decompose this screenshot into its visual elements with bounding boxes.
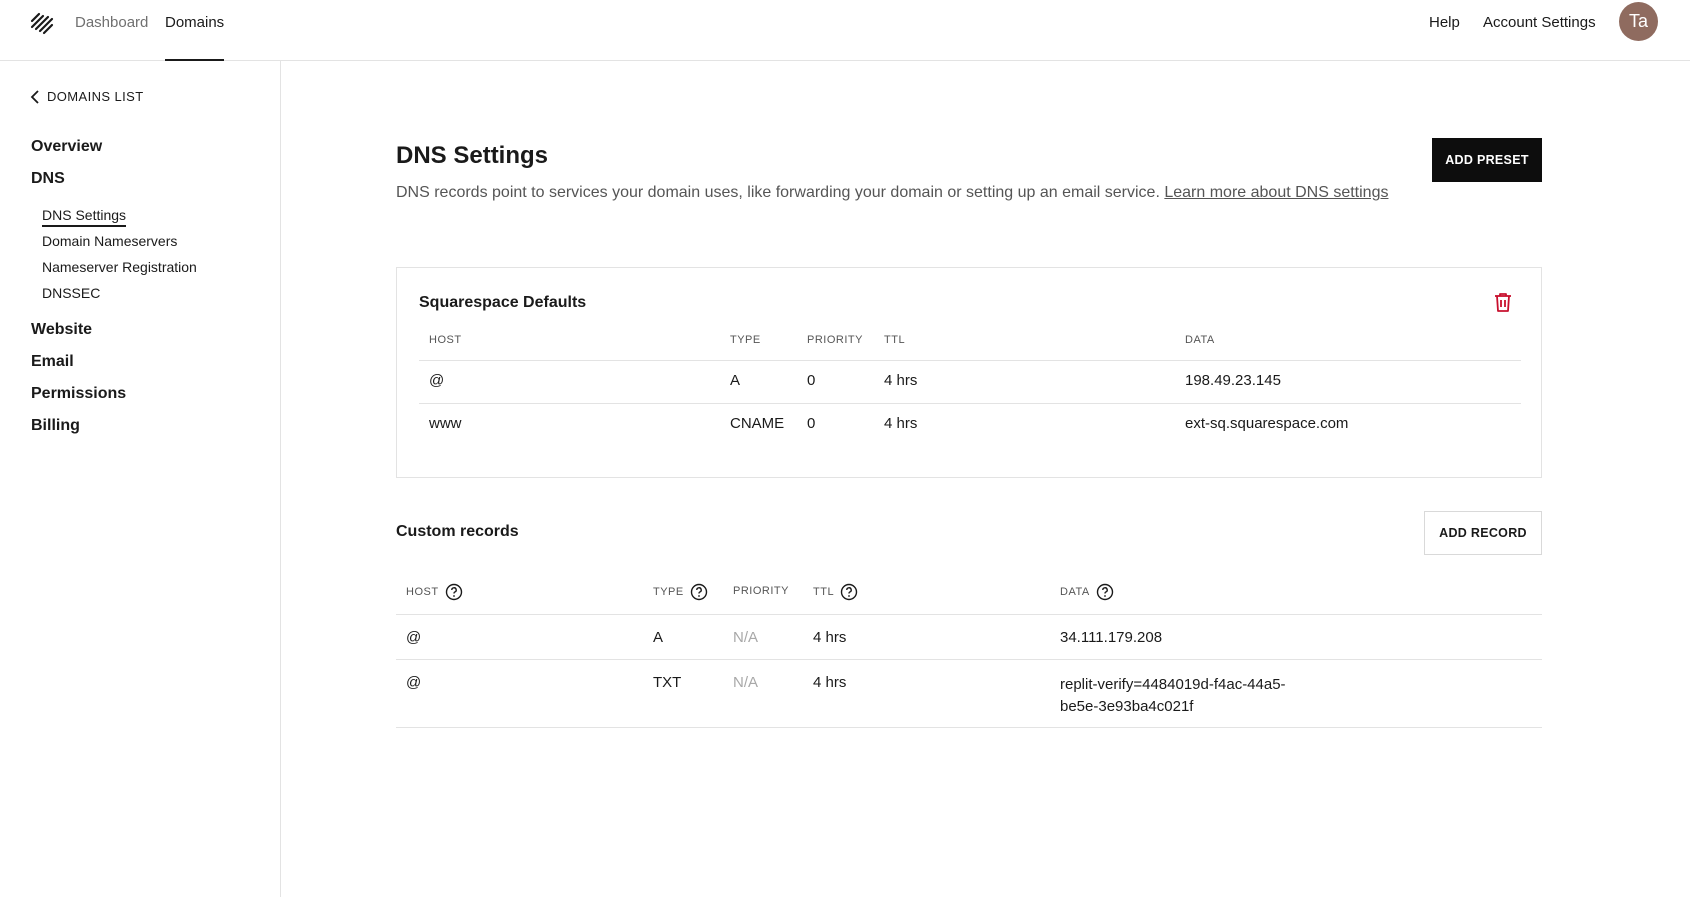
sidebar-item-permissions[interactable]: Permissions bbox=[31, 385, 126, 403]
add-preset-button[interactable]: ADD PRESET bbox=[1432, 138, 1542, 182]
avatar[interactable]: Ta bbox=[1619, 2, 1658, 41]
defaults-title: Squarespace Defaults bbox=[419, 294, 587, 311]
custom-row-2-type: TXT bbox=[653, 674, 682, 691]
page-title: DNS Settings bbox=[396, 142, 549, 169]
page-description: DNS records point to services your domai… bbox=[396, 182, 1396, 204]
sidebar-item-billing[interactable]: Billing bbox=[31, 417, 80, 435]
custom-header-host: HOST bbox=[406, 583, 463, 601]
sidebar-subitem-domain-nameservers[interactable]: Domain Nameservers bbox=[42, 233, 177, 249]
custom-header-host-label: HOST bbox=[406, 586, 439, 598]
defaults-row-1-data: 198.49.23.145 bbox=[1185, 372, 1281, 389]
divider bbox=[419, 360, 1521, 361]
help-icon[interactable] bbox=[840, 583, 858, 601]
sidebar: DOMAINS LIST Overview DNS DNS Settings D… bbox=[0, 61, 281, 897]
custom-records-title: Custom records bbox=[396, 523, 519, 540]
custom-header-ttl: TTL bbox=[813, 583, 858, 601]
custom-row-2-data-line-1: replit-verify=4484019d-f4ac-44a5- bbox=[1060, 676, 1286, 693]
defaults-row-2-type: CNAME bbox=[730, 415, 785, 432]
squarespace-logo-icon[interactable] bbox=[28, 10, 56, 38]
sidebar-item-email[interactable]: Email bbox=[31, 353, 74, 371]
defaults-row-1-host: @ bbox=[429, 372, 445, 389]
divider bbox=[396, 727, 1542, 728]
custom-header-data-label: DATA bbox=[1060, 586, 1090, 598]
nav-dashboard[interactable]: Dashboard bbox=[75, 14, 148, 31]
top-bar: Dashboard Domains Help Account Settings … bbox=[0, 0, 1690, 61]
defaults-row-1-priority: 0 bbox=[807, 372, 816, 389]
divider bbox=[419, 403, 1521, 404]
sidebar-item-dns[interactable]: DNS bbox=[31, 170, 65, 188]
custom-header-ttl-label: TTL bbox=[813, 586, 835, 598]
help-icon[interactable] bbox=[445, 583, 463, 601]
sidebar-item-website[interactable]: Website bbox=[31, 321, 92, 339]
add-record-button[interactable]: ADD RECORD bbox=[1424, 511, 1542, 555]
trash-icon[interactable] bbox=[1492, 291, 1514, 313]
defaults-header-priority: PRIORITY bbox=[807, 334, 863, 346]
custom-row-1-priority: N/A bbox=[733, 629, 759, 646]
nav-domains[interactable]: Domains bbox=[165, 14, 224, 31]
learn-more-link[interactable]: Learn more about DNS settings bbox=[1164, 184, 1388, 201]
back-link-label: DOMAINS LIST bbox=[47, 89, 144, 104]
squarespace-defaults-card: Squarespace Defaults HOST TYPE PRIORITY … bbox=[396, 267, 1542, 478]
custom-header-type-label: TYPE bbox=[653, 586, 684, 598]
help-icon[interactable] bbox=[1096, 583, 1114, 601]
sidebar-subitem-dns-settings[interactable]: DNS Settings bbox=[42, 207, 127, 227]
defaults-header-host: HOST bbox=[429, 334, 462, 346]
custom-row-1-ttl: 4 hrs bbox=[813, 629, 847, 646]
custom-row-1-host: @ bbox=[406, 629, 422, 646]
defaults-row-2-data: ext-sq.squarespace.com bbox=[1185, 415, 1349, 432]
custom-row-2-data: replit-verify=4484019d-f4ac-44a5- be5e-3… bbox=[1060, 674, 1286, 718]
defaults-header-type: TYPE bbox=[730, 334, 761, 346]
defaults-row-1-type: A bbox=[730, 372, 741, 389]
custom-header-type: TYPE bbox=[653, 583, 708, 601]
description-text: DNS records point to services your domai… bbox=[396, 184, 1160, 201]
divider bbox=[396, 659, 1542, 660]
chevron-left-icon bbox=[30, 89, 39, 104]
back-to-domains-list[interactable]: DOMAINS LIST bbox=[30, 89, 144, 104]
custom-row-2-ttl: 4 hrs bbox=[813, 674, 847, 691]
custom-row-2-data-line-2: be5e-3e93ba4c021f bbox=[1060, 698, 1194, 715]
defaults-row-1-ttl: 4 hrs bbox=[884, 372, 918, 389]
custom-header-priority: PRIORITY bbox=[733, 585, 789, 597]
defaults-row-2-host: www bbox=[429, 415, 462, 432]
sidebar-subitem-dnssec[interactable]: DNSSEC bbox=[42, 285, 100, 301]
sidebar-subitem-nameserver-registration[interactable]: Nameserver Registration bbox=[42, 259, 197, 275]
help-link[interactable]: Help bbox=[1429, 14, 1460, 31]
defaults-row-2-ttl: 4 hrs bbox=[884, 415, 918, 432]
custom-row-1-type: A bbox=[653, 629, 664, 646]
account-settings-link[interactable]: Account Settings bbox=[1483, 14, 1596, 31]
custom-header-data: DATA bbox=[1060, 583, 1114, 601]
help-icon[interactable] bbox=[690, 583, 708, 601]
custom-row-2-priority: N/A bbox=[733, 674, 759, 691]
sidebar-item-overview[interactable]: Overview bbox=[31, 138, 102, 156]
custom-row-2-host: @ bbox=[406, 674, 422, 691]
defaults-header-ttl: TTL bbox=[884, 334, 906, 346]
divider bbox=[396, 614, 1542, 615]
defaults-header-data: DATA bbox=[1185, 334, 1215, 346]
defaults-row-2-priority: 0 bbox=[807, 415, 816, 432]
custom-row-1-data: 34.111.179.208 bbox=[1060, 629, 1163, 646]
